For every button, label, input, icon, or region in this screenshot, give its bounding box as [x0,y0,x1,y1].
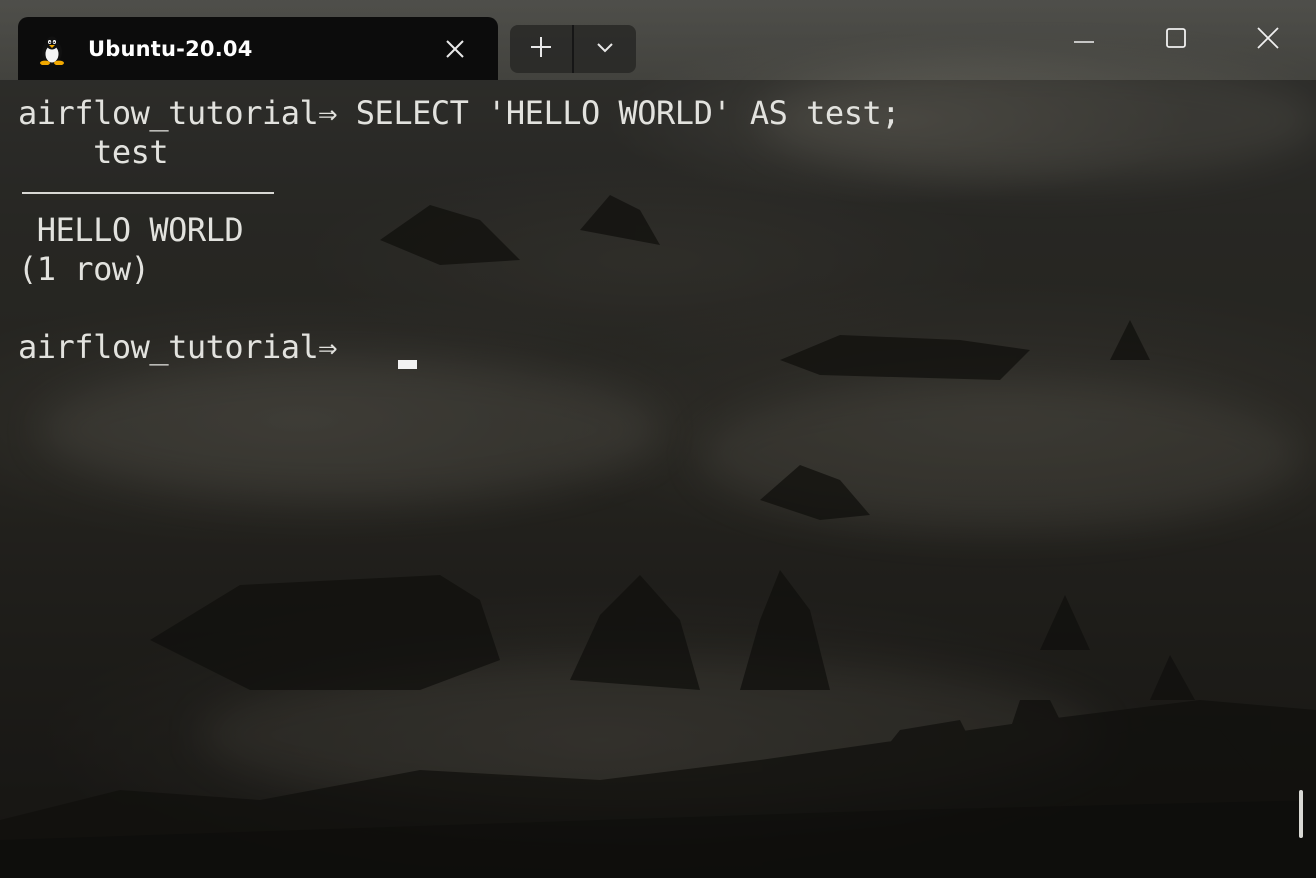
terminal-line-prompt: airflow_tutorial⇒ [18,328,356,366]
minimize-icon [1074,31,1094,49]
close-window-button[interactable] [1248,22,1288,58]
tab-actions [510,25,636,73]
close-tab-icon[interactable] [443,37,467,61]
close-icon [1257,26,1279,54]
scrollbar-thumb[interactable] [1299,790,1303,838]
maximize-button[interactable] [1156,22,1196,58]
terminal-output[interactable]: airflow_tutorial⇒ SELECT 'HELLO WORLD' A… [0,80,1316,878]
chevron-down-icon [596,40,614,58]
profile-dropdown-button[interactable] [574,25,636,73]
new-tab-button[interactable] [510,25,572,73]
result-divider [22,192,274,194]
maximize-icon [1166,27,1186,53]
minimize-button[interactable] [1064,22,1104,58]
linux-tux-icon [38,35,66,66]
terminal-window: Ubuntu-20.04 airflow_tutorial⇒ SELECT 'H… [0,0,1316,878]
terminal-line-result: HELLO WORLD [18,211,244,249]
text-cursor [398,360,417,369]
tab-title: Ubuntu-20.04 [88,37,253,61]
tab-ubuntu[interactable]: Ubuntu-20.04 [18,17,498,80]
terminal-line-column-header: test [18,133,169,171]
plus-icon [530,36,552,63]
terminal-line-row-count: (1 row) [18,250,150,288]
terminal-line-query: airflow_tutorial⇒ SELECT 'HELLO WORLD' A… [18,94,900,132]
